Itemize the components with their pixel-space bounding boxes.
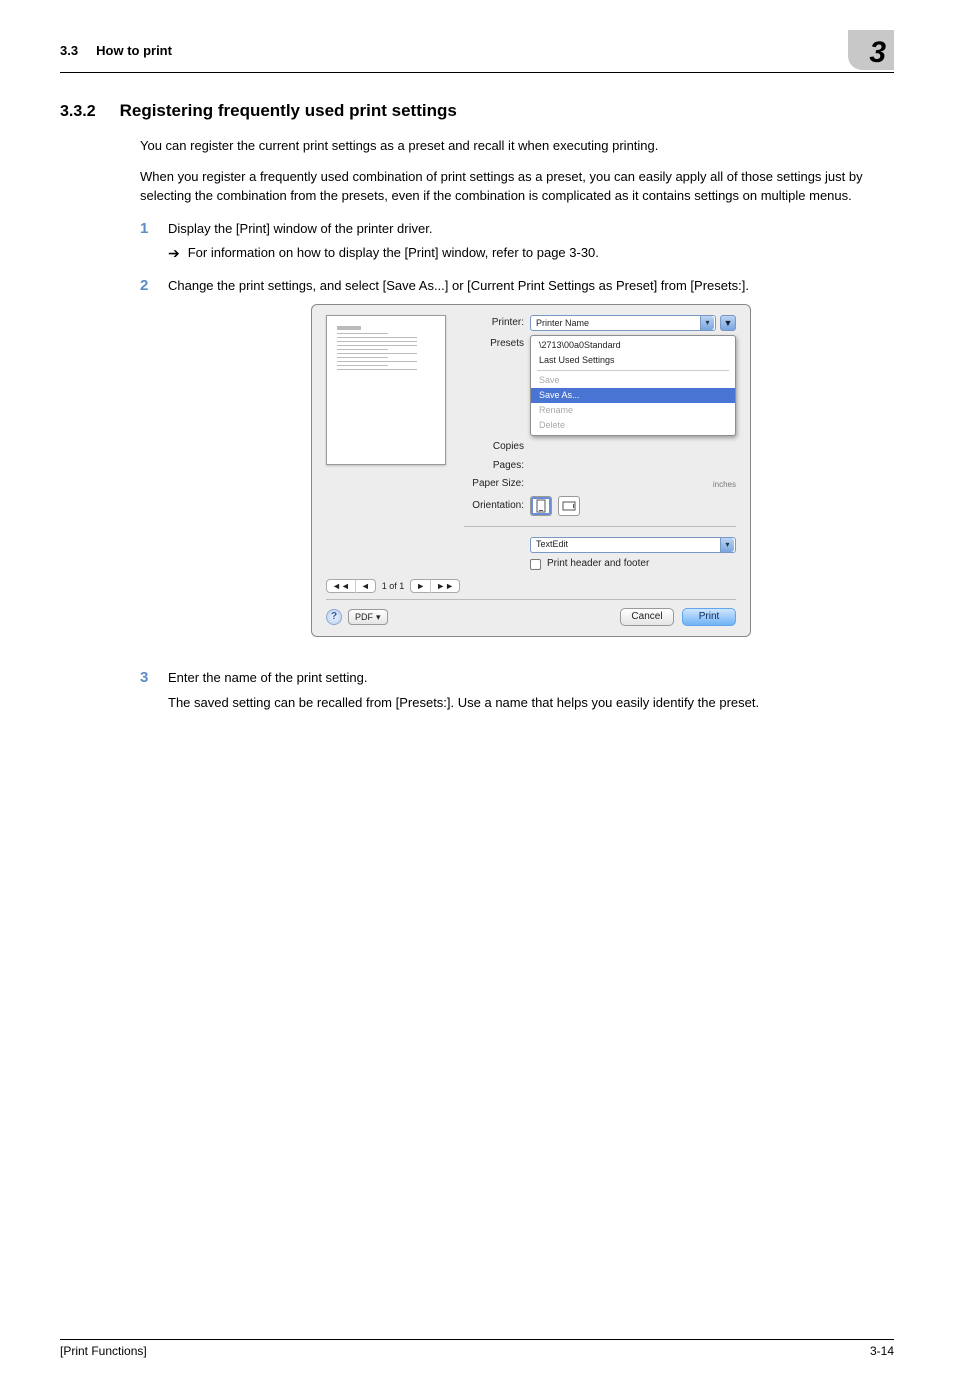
print-dialog-figure: Printer: Printer Name ▾ ▼ Presets [311, 304, 751, 637]
pages-label: Pages: [464, 459, 524, 474]
section-ref-title: How to print [96, 43, 172, 58]
presets-label: Presets [464, 337, 524, 352]
intro-paragraph-1: You can register the current print setti… [140, 137, 894, 156]
print-panel-combo[interactable]: TextEdit ▾ [530, 537, 736, 553]
running-head-left: 3.3 How to print [60, 43, 172, 58]
pdf-button-label: PDF [355, 611, 373, 624]
section-title: Registering frequently used print settin… [120, 101, 457, 121]
caret-icon: ▾ [720, 538, 734, 552]
orientation-label: Orientation: [464, 499, 524, 514]
copies-label: Copies [464, 440, 524, 455]
pdf-menu-button[interactable]: PDF ▾ [348, 609, 388, 625]
arrow-icon: ➔ [168, 244, 180, 263]
paper-size-label: Paper Size: [464, 477, 524, 492]
chapter-number: 3 [869, 38, 886, 68]
printer-label: Printer: [464, 316, 524, 331]
portrait-icon [535, 499, 547, 513]
header-rule [60, 72, 894, 73]
presets-option-delete: Delete [531, 418, 735, 433]
print-header-footer-checkbox[interactable] [530, 559, 541, 570]
step-1-subtext: For information on how to display the [P… [188, 244, 599, 263]
step-number: 1 [140, 220, 168, 264]
printer-info-button[interactable]: ▼ [720, 315, 736, 331]
section-ref-number: 3.3 [60, 43, 78, 58]
step-1-text: Display the [Print] window of the printe… [168, 220, 894, 239]
help-button[interactable]: ? [326, 609, 342, 625]
presets-option-save: Save [531, 373, 735, 388]
print-preview-thumbnail [326, 315, 446, 465]
footer-page-number: 3-14 [870, 1344, 894, 1358]
inches-label: inches [713, 479, 736, 491]
chevron-down-icon: ▾ [376, 611, 381, 624]
menu-separator [537, 370, 729, 371]
intro-paragraph-2: When you register a frequently used comb… [140, 168, 894, 206]
printer-combo-value: Printer Name [536, 317, 589, 330]
step-2-text: Change the print settings, and select [S… [168, 277, 894, 296]
orientation-landscape-button[interactable] [558, 496, 580, 516]
preview-prev-buttons[interactable]: ◄◄◄ [326, 579, 376, 593]
print-header-footer-label: Print header and footer [547, 557, 649, 572]
print-button[interactable]: Print [682, 608, 736, 626]
print-panel-value: TextEdit [536, 538, 568, 551]
printer-combo[interactable]: Printer Name ▾ [530, 315, 716, 331]
preview-next-buttons[interactable]: ►►► [410, 579, 460, 593]
landscape-icon [562, 500, 576, 512]
presets-menu-open[interactable]: Standard Last Used Settings Save Save As… [530, 335, 736, 436]
section-number: 3.3.2 [60, 103, 96, 121]
preview-page-indicator: 1 of 1 [382, 580, 405, 593]
cancel-button[interactable]: Cancel [620, 608, 674, 626]
presets-option-rename: Rename [531, 403, 735, 418]
footer-left: [Print Functions] [60, 1344, 147, 1358]
caret-icon: ▾ [700, 316, 714, 330]
step-3-paragraph-2: The saved setting can be recalled from [… [168, 694, 894, 713]
step-3-text: Enter the name of the print setting. [168, 669, 894, 688]
step-number: 3 [140, 669, 168, 719]
step-number: 2 [140, 277, 168, 655]
presets-option-save-as[interactable]: Save As... [531, 388, 735, 403]
presets-option-last-used[interactable]: Last Used Settings [531, 353, 735, 368]
orientation-portrait-button[interactable] [530, 496, 552, 516]
presets-option-standard[interactable]: Standard [531, 338, 735, 353]
chapter-number-box: 3 [848, 30, 894, 70]
